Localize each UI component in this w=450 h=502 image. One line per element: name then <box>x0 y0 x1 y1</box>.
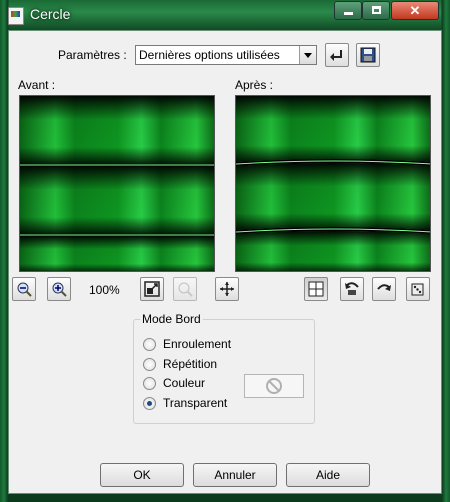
preview-split-icon <box>308 281 324 297</box>
minimize-icon <box>344 12 353 15</box>
radio-wrap[interactable]: Enroulement <box>143 337 343 353</box>
radio-color[interactable]: Couleur <box>143 376 343 392</box>
no-color-icon <box>266 378 282 394</box>
edge-mode-group: Mode Bord Enroulement Répétition Couleur… <box>133 312 315 424</box>
dialog-client: Paramètres : Dernières options utilisées… <box>8 30 442 494</box>
before-preview-image <box>20 96 214 271</box>
redo-button[interactable] <box>372 277 396 301</box>
edge-mode-title: Mode Bord <box>140 312 203 326</box>
app-icon <box>8 7 24 25</box>
close-icon: ✕ <box>409 3 421 18</box>
radio-label: Enroulement <box>163 337 232 351</box>
move-crosshair-icon <box>220 282 234 296</box>
undo-arrow-icon <box>330 50 342 61</box>
zoom-in-icon <box>52 282 67 297</box>
title-bar[interactable]: Cercle ✕ <box>0 0 450 30</box>
zoom-out-icon <box>17 282 32 297</box>
zoom-level: 100% <box>89 283 120 297</box>
after-preview[interactable] <box>235 95 431 272</box>
radio-label: Couleur <box>163 376 206 390</box>
maximize-icon <box>372 6 381 14</box>
after-label: Après : <box>235 78 274 92</box>
zoom-actual-button[interactable] <box>173 277 197 301</box>
radio-transparent[interactable]: Transparent <box>143 396 343 412</box>
radio-label: Répétition <box>163 357 218 371</box>
help-button[interactable]: Aide <box>286 463 370 487</box>
chevron-down-icon[interactable] <box>299 46 316 64</box>
radio-button[interactable] <box>143 377 156 390</box>
before-preview[interactable] <box>19 95 215 272</box>
maximize-button[interactable] <box>362 1 390 20</box>
cancel-button[interactable]: Annuler <box>193 463 277 487</box>
minimize-button[interactable] <box>334 1 362 20</box>
save-preset-button[interactable] <box>356 43 380 67</box>
after-preview-image <box>236 96 430 271</box>
reset-button[interactable] <box>340 277 364 301</box>
radio-button[interactable] <box>143 358 156 371</box>
window-title: Cercle <box>30 6 71 22</box>
parameters-dropdown[interactable]: Dernières options utilisées <box>135 45 317 65</box>
pan-button[interactable] <box>215 277 239 301</box>
ok-button[interactable]: OK <box>100 463 184 487</box>
reset-preset-button[interactable] <box>325 43 349 67</box>
zoom-actual-icon <box>178 282 193 297</box>
dice-icon <box>411 283 424 296</box>
undo-arrow-icon <box>345 282 359 295</box>
parameters-label: Paramètres : <box>58 48 127 62</box>
zoom-out-button[interactable] <box>12 277 36 301</box>
zoom-in-button[interactable] <box>47 277 71 301</box>
radio-button-selected[interactable] <box>143 397 156 410</box>
radio-repeat[interactable]: Répétition <box>143 357 343 373</box>
toggle-preview-button[interactable] <box>304 277 328 301</box>
color-swatch[interactable] <box>244 374 304 398</box>
fit-to-window-icon <box>144 281 160 297</box>
randomize-button[interactable] <box>406 277 430 301</box>
before-label: Avant : <box>18 78 56 92</box>
save-icon <box>360 47 376 63</box>
zoom-fit-button[interactable] <box>140 277 164 301</box>
radio-label: Transparent <box>163 396 228 410</box>
parameters-value: Dernières options utilisées <box>139 48 280 62</box>
close-button[interactable]: ✕ <box>391 1 439 20</box>
redo-arrow-icon <box>377 284 391 291</box>
radio-button[interactable] <box>143 338 156 351</box>
